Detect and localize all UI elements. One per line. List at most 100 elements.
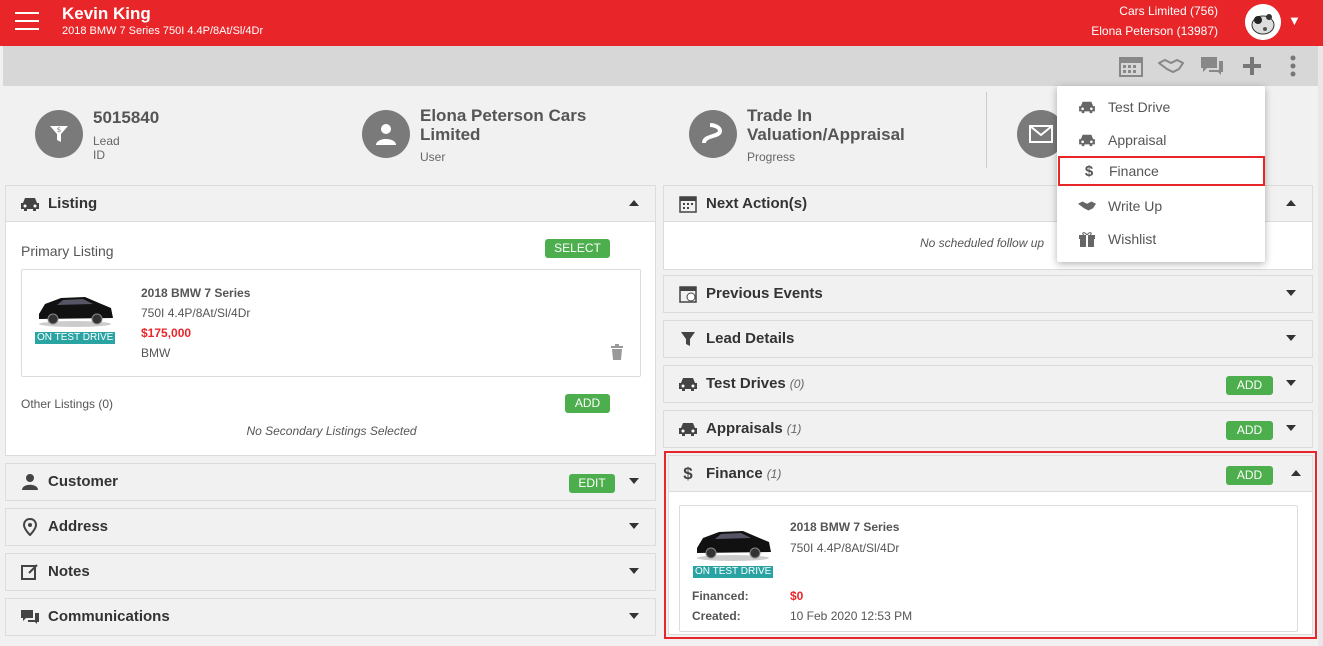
collapse-caret-icon[interactable] (1286, 200, 1296, 206)
user-label: User (420, 150, 446, 164)
customer-title: Customer (48, 473, 119, 490)
previous-events-panel[interactable]: Previous Events (663, 275, 1313, 313)
notes-panel[interactable]: Notes (5, 553, 656, 591)
menu-item-appraisal[interactable]: Appraisal (1057, 125, 1265, 155)
car-icon (1077, 98, 1097, 116)
chat-icon (20, 608, 40, 626)
handshake-icon[interactable] (1158, 54, 1184, 78)
customer-edit-button[interactable]: EDIT (569, 474, 615, 493)
car-icon (678, 375, 698, 393)
menu-label: Write Up (1108, 198, 1163, 214)
test-drives-label: Test Drives (706, 375, 786, 392)
menu-item-test-drive[interactable]: Test Drive (1057, 92, 1265, 122)
account-user: Elona Peterson (13987) (1091, 24, 1218, 38)
lead-vehicle: 2018 BMW 7 Series 750I 4.4P/8At/Sl/4Dr (62, 25, 264, 37)
menu-label: Finance (1109, 163, 1159, 179)
expand-caret-icon[interactable] (1286, 290, 1296, 296)
car-trim: 750I 4.4P/8At/Sl/4Dr (141, 306, 251, 320)
chat-icon[interactable] (1199, 54, 1225, 78)
expand-caret-icon[interactable] (629, 523, 639, 529)
customer-header[interactable]: Customer EDIT (6, 464, 655, 500)
avatar[interactable] (1245, 4, 1281, 40)
lead-details-panel[interactable]: Lead Details (663, 320, 1313, 358)
appraisals-title: Appraisals (1) (706, 420, 801, 437)
add-listing-button[interactable]: ADD (565, 394, 610, 413)
customer-panel[interactable]: Customer EDIT (5, 463, 656, 501)
menu-item-wishlist[interactable]: Wishlist (1057, 224, 1265, 254)
communications-title: Communications (48, 608, 170, 625)
test-drives-panel[interactable]: Test Drives (0) ADD (663, 365, 1313, 403)
listing-panel: Listing Primary Listing SELECT ON TEST D… (5, 185, 656, 456)
progress-value: Trade In Valuation/Appraisal (747, 106, 905, 144)
test-drives-header[interactable]: Test Drives (0) ADD (664, 366, 1312, 402)
car-make: BMW (141, 346, 171, 360)
progress-label: Progress (747, 150, 796, 164)
trash-icon[interactable] (610, 344, 624, 365)
expand-caret-icon[interactable] (1286, 425, 1296, 431)
communications-header[interactable]: Communications (6, 599, 655, 635)
test-drives-title: Test Drives (0) (706, 375, 804, 392)
appraisals-label: Appraisals (706, 420, 783, 437)
expand-caret-icon[interactable] (629, 568, 639, 574)
menu-item-write-up[interactable]: Write Up (1057, 191, 1265, 221)
top-bar: Kevin King 2018 BMW 7 Series 750I 4.4P/8… (0, 0, 1323, 46)
lead-details-header[interactable]: Lead Details (664, 321, 1312, 357)
summary-divider (986, 92, 987, 168)
gift-icon (1077, 230, 1097, 248)
finance-highlight-box (664, 451, 1317, 639)
appraisals-count: (1) (786, 422, 802, 436)
user-value: Elona Peterson Cars Limited (420, 106, 587, 144)
address-header[interactable]: Address (6, 509, 655, 545)
address-panel[interactable]: Address (5, 508, 656, 546)
person-icon (20, 473, 40, 491)
expand-caret-icon[interactable] (629, 478, 639, 484)
hamburger-menu-icon[interactable] (15, 12, 39, 32)
map-pin-icon (20, 518, 40, 536)
expand-caret-icon[interactable] (1286, 380, 1296, 386)
address-title: Address (48, 518, 109, 535)
svg-text:$: $ (57, 126, 61, 134)
appraisals-header[interactable]: Appraisals (1) ADD (664, 411, 1312, 447)
menu-label: Test Drive (1108, 99, 1171, 115)
account-dealer: Cars Limited (756) (1119, 4, 1218, 18)
car-title: 2018 BMW 7 Series (141, 286, 251, 300)
expand-caret-icon[interactable] (629, 613, 639, 619)
select-button[interactable]: SELECT (545, 239, 610, 258)
calendar-icon[interactable] (1118, 54, 1144, 78)
plus-icon[interactable] (1239, 54, 1265, 78)
lead-name: Kevin King (62, 4, 151, 23)
collapse-caret-icon[interactable] (629, 200, 639, 206)
road-icon (689, 110, 737, 158)
lead-id-value: 5015840 (93, 108, 160, 127)
notes-title: Notes (48, 563, 90, 580)
menu-label: Wishlist (1108, 231, 1157, 247)
lead-details-title: Lead Details (706, 330, 795, 347)
handshake-icon (1077, 197, 1097, 215)
test-drives-count: (0) (789, 377, 805, 391)
scrollbar[interactable] (1318, 46, 1323, 646)
calendar-history-icon (678, 285, 698, 303)
add-test-drive-button[interactable]: ADD (1226, 376, 1273, 395)
more-vertical-icon[interactable] (1280, 54, 1306, 78)
notes-header[interactable]: Notes (6, 554, 655, 590)
previous-events-header[interactable]: Previous Events (664, 276, 1312, 312)
next-actions-title: Next Action(s) (706, 195, 808, 212)
car-image (35, 288, 115, 333)
test-drive-badge: ON TEST DRIVE (35, 332, 116, 344)
primary-listing-label: Primary Listing (21, 243, 114, 259)
communications-panel[interactable]: Communications (5, 598, 656, 636)
account-chevron-down-icon[interactable]: ▼ (1288, 13, 1301, 28)
edit-note-icon (20, 563, 40, 581)
appraisals-panel[interactable]: Appraisals (1) ADD (663, 410, 1313, 448)
expand-caret-icon[interactable] (1286, 335, 1296, 341)
car-icon (20, 195, 40, 213)
action-toolbar (3, 46, 1318, 86)
primary-listing-card[interactable]: ON TEST DRIVE 2018 BMW 7 Series 750I 4.4… (21, 269, 641, 377)
add-appraisal-button[interactable]: ADD (1226, 421, 1273, 440)
lead-id-label: Lead ID (93, 134, 120, 162)
calendar-icon (678, 195, 698, 213)
previous-events-title: Previous Events (706, 285, 823, 302)
funnel-icon: $ (35, 110, 83, 158)
menu-item-finance[interactable]: $ Finance (1058, 156, 1265, 186)
listing-header[interactable]: Listing (6, 186, 655, 222)
